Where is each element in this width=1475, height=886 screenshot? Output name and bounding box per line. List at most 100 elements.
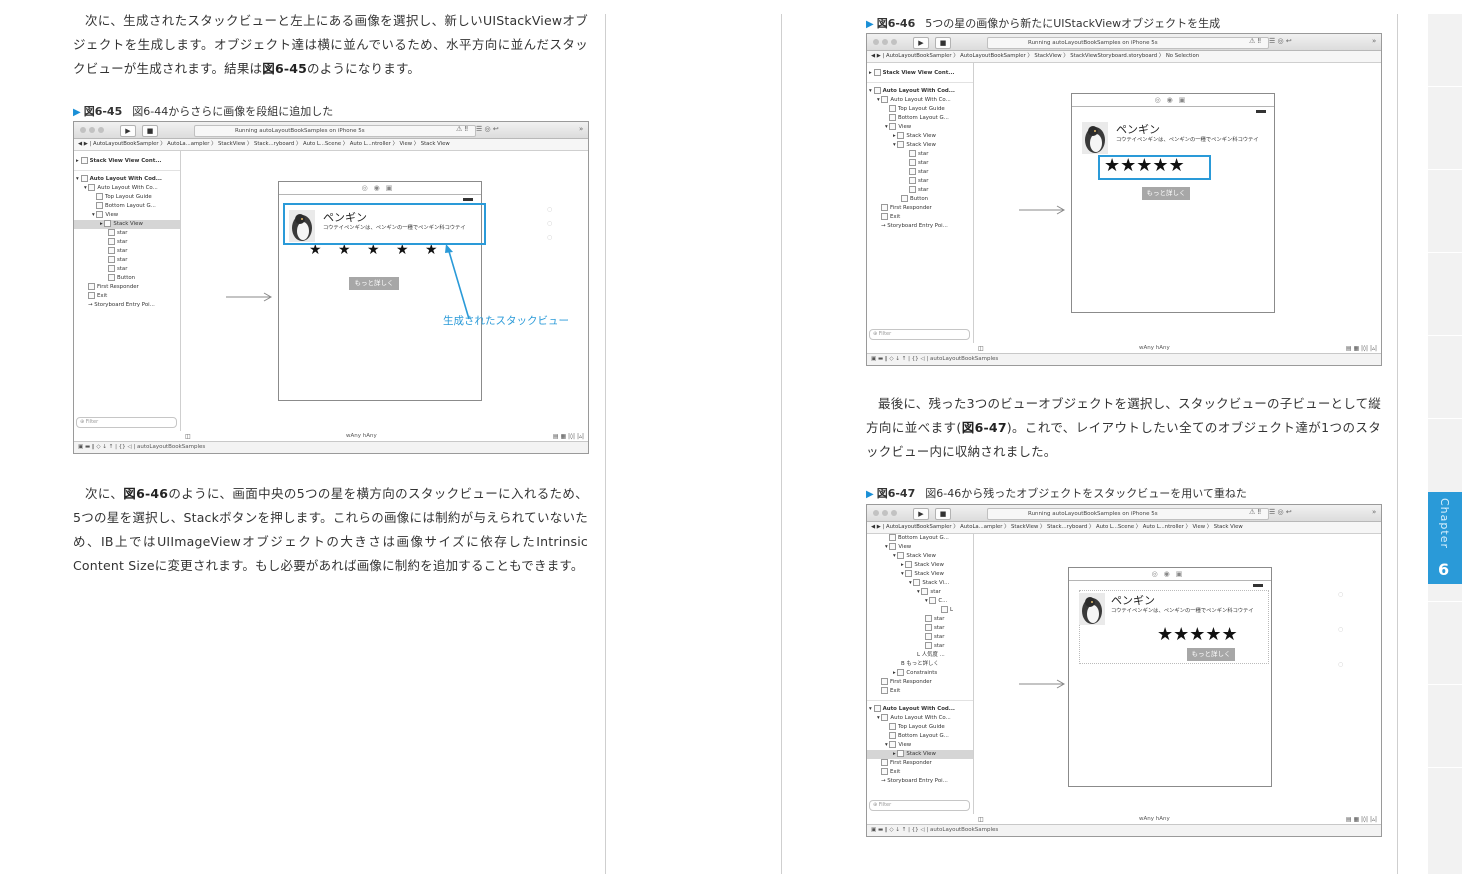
outline-item[interactable]: ▾ View xyxy=(885,741,911,750)
outline-item[interactable]: star xyxy=(925,615,944,624)
outline-item[interactable]: ▾ Auto Layout With Cod... xyxy=(869,705,955,714)
outline-item[interactable]: Top Layout Guide xyxy=(96,193,152,202)
more-button[interactable]: もっと詳しく xyxy=(1187,648,1235,661)
outline-filter-input[interactable]: ⊕ Filter xyxy=(76,417,177,428)
overflow-icon[interactable]: » xyxy=(1372,508,1376,516)
battery-icon xyxy=(1256,110,1266,113)
outline-item[interactable]: star xyxy=(108,229,127,238)
more-button[interactable]: もっと詳しく xyxy=(1142,187,1190,200)
outline-item[interactable]: ▾ Stack View xyxy=(901,570,944,579)
stop-button[interactable]: ■ xyxy=(142,125,158,137)
overflow-icon[interactable]: » xyxy=(579,125,583,133)
outline-item[interactable]: star xyxy=(108,265,127,274)
penguin-image[interactable] xyxy=(1079,593,1105,625)
outline-item[interactable]: star xyxy=(909,159,928,168)
outline-item[interactable]: star xyxy=(909,177,928,186)
run-button[interactable]: ▶ xyxy=(913,508,929,520)
outline-filter-input[interactable]: ⊕ Filter xyxy=(869,329,970,340)
outline-item[interactable]: ▾ Stack Vi... xyxy=(909,579,949,588)
outline-item[interactable]: ▾ Auto Layout With Co... xyxy=(84,184,158,193)
outline-item[interactable]: ▾ Auto Layout With Cod... xyxy=(869,87,955,96)
figure-number: 図6-47 xyxy=(876,487,916,500)
run-button[interactable]: ▶ xyxy=(913,37,929,49)
outline-item[interactable]: Top Layout Guide xyxy=(889,723,945,732)
outline-item[interactable]: First Responder xyxy=(881,759,932,768)
outline-item[interactable]: Exit xyxy=(881,213,900,222)
outline-item[interactable]: star xyxy=(909,186,928,195)
target-label: autoLayoutBookSamples xyxy=(930,827,999,833)
jump-bar[interactable]: ◀ ▶ | AutoLayoutBookSampler 〉 AutoLa...a… xyxy=(867,522,1381,534)
stop-button[interactable]: ■ xyxy=(935,37,951,49)
view-controller-scene[interactable]: ◎◉▣ ペンギン コウテイペンギンは、ペンギンの一種でペンギン科コウテイ ★★★… xyxy=(1068,567,1272,787)
outline-item[interactable]: Button xyxy=(108,274,135,283)
outline-item[interactable]: L xyxy=(941,606,953,615)
outline-item[interactable]: star xyxy=(925,633,944,642)
jump-bar[interactable]: ◀ ▶ | AutoLayoutBookSampler 〉 AutoLa...a… xyxy=(74,139,588,151)
outline-item-selected[interactable]: ▸ Stack View xyxy=(74,220,180,229)
editor-mode-icons[interactable]: ☰ ◎ ↩ xyxy=(1269,37,1292,45)
outline-item[interactable]: star xyxy=(909,168,928,177)
outline-item[interactable]: Bottom Layout G... xyxy=(889,732,949,741)
star-stackview[interactable]: ★★★★★ xyxy=(1157,624,1238,646)
outline-item[interactable]: ▾ View xyxy=(885,543,911,552)
outline-item[interactable]: ▾ Stack View xyxy=(893,141,936,150)
outline-item[interactable]: star xyxy=(108,238,127,247)
outline-item[interactable]: → Storyboard Entry Poi... xyxy=(88,301,155,310)
outline-item[interactable]: → Storyboard Entry Poi... xyxy=(881,222,948,231)
window-controls[interactable] xyxy=(80,127,107,135)
outline-item[interactable]: Button xyxy=(901,195,928,204)
outline-item-selected[interactable]: ▸ Stack View xyxy=(867,750,973,759)
outline-item[interactable]: ▾ star xyxy=(917,588,941,597)
outline-item[interactable]: ▾ Auto Layout With Cod... xyxy=(76,175,162,184)
outline-item[interactable]: ▾ View xyxy=(885,123,911,132)
outline-item[interactable]: ▸ Stack View xyxy=(893,132,936,141)
outline-item[interactable]: Top Layout Guide xyxy=(889,105,945,114)
window-controls[interactable] xyxy=(873,510,900,518)
outline-item[interactable]: First Responder xyxy=(881,678,932,687)
stackview-annotation: 生成されたスタックビュー xyxy=(443,315,569,327)
outline-item[interactable]: Bottom Layout G... xyxy=(889,534,949,543)
outline-item[interactable]: ▸ Constraints xyxy=(893,669,937,678)
penguin-image[interactable] xyxy=(1082,122,1108,154)
outline-item[interactable]: Bottom Layout G... xyxy=(96,202,156,211)
outline-item[interactable]: L 人気度 ... xyxy=(917,651,945,660)
view-controller-scene[interactable]: ◎◉▣ ペンギン コウテイペンギンは、ペンギンの一種でペンギン科コウテイ ★★★… xyxy=(1071,93,1275,313)
outline-item[interactable]: ▾ Stack View xyxy=(893,552,936,561)
stop-button[interactable]: ■ xyxy=(935,508,951,520)
outline-item[interactable]: Exit xyxy=(88,292,107,301)
window-controls[interactable] xyxy=(873,39,900,47)
document-outline: Bottom Layout G... ▾ View ▾ Stack View ▸… xyxy=(867,534,974,814)
star-stackview[interactable]: ★★★★★ xyxy=(1104,155,1185,177)
more-button[interactable]: もっと詳しく xyxy=(349,277,399,290)
outline-item[interactable]: star xyxy=(108,256,127,265)
outline-item[interactable]: ▾ Auto Layout With Co... xyxy=(877,96,951,105)
outline-item[interactable]: B もっと詳しく xyxy=(901,660,939,669)
outline-item[interactable]: Exit xyxy=(881,768,900,777)
caption-marker-icon: ▶ xyxy=(73,107,81,118)
outline-item[interactable]: ▾ View xyxy=(92,211,118,220)
outline-item[interactable]: ▸ Stack View xyxy=(901,561,944,570)
outline-item[interactable]: ▾ C... xyxy=(925,597,947,606)
jump-bar[interactable]: ◀ ▶ | AutoLayoutBookSampler 〉 AutoLayout… xyxy=(867,51,1381,63)
outline-filter-input[interactable]: ⊕ Filter xyxy=(869,800,970,811)
outline-item[interactable]: Exit xyxy=(881,687,900,696)
run-button[interactable]: ▶ xyxy=(120,125,136,137)
outline-item[interactable]: star xyxy=(925,642,944,651)
outline-item[interactable]: First Responder xyxy=(88,283,139,292)
outline-item[interactable]: star xyxy=(909,150,928,159)
editor-mode-icons[interactable]: ☰ ◎ ↩ xyxy=(476,125,499,133)
outline-item[interactable]: → Storyboard Entry Poi... xyxy=(881,777,948,786)
outline-item[interactable]: star xyxy=(108,247,127,256)
outline-item[interactable]: ▸ Stack View View Cont... xyxy=(869,69,954,78)
editor-mode-icons[interactable]: ☰ ◎ ↩ xyxy=(1269,508,1292,516)
overflow-icon[interactable]: » xyxy=(1372,37,1376,45)
highlight-box xyxy=(283,203,486,245)
outline-item[interactable]: ▸ Stack View View Cont... xyxy=(76,157,161,166)
outline-item[interactable]: First Responder xyxy=(881,204,932,213)
outline-item[interactable]: star xyxy=(925,624,944,633)
outline-item[interactable]: Bottom Layout G... xyxy=(889,114,949,123)
outline-item[interactable]: ▾ Auto Layout With Co... xyxy=(877,714,951,723)
figure-number: 図6-45 xyxy=(83,105,123,118)
paragraph-vertical-stack: 最後に、残った3つのビューオブジェクトを選択し、スタックビューの子ビューとして縦… xyxy=(866,396,1381,459)
activity-status: Running autoLayoutBookSamples on iPhone … xyxy=(987,37,1269,49)
